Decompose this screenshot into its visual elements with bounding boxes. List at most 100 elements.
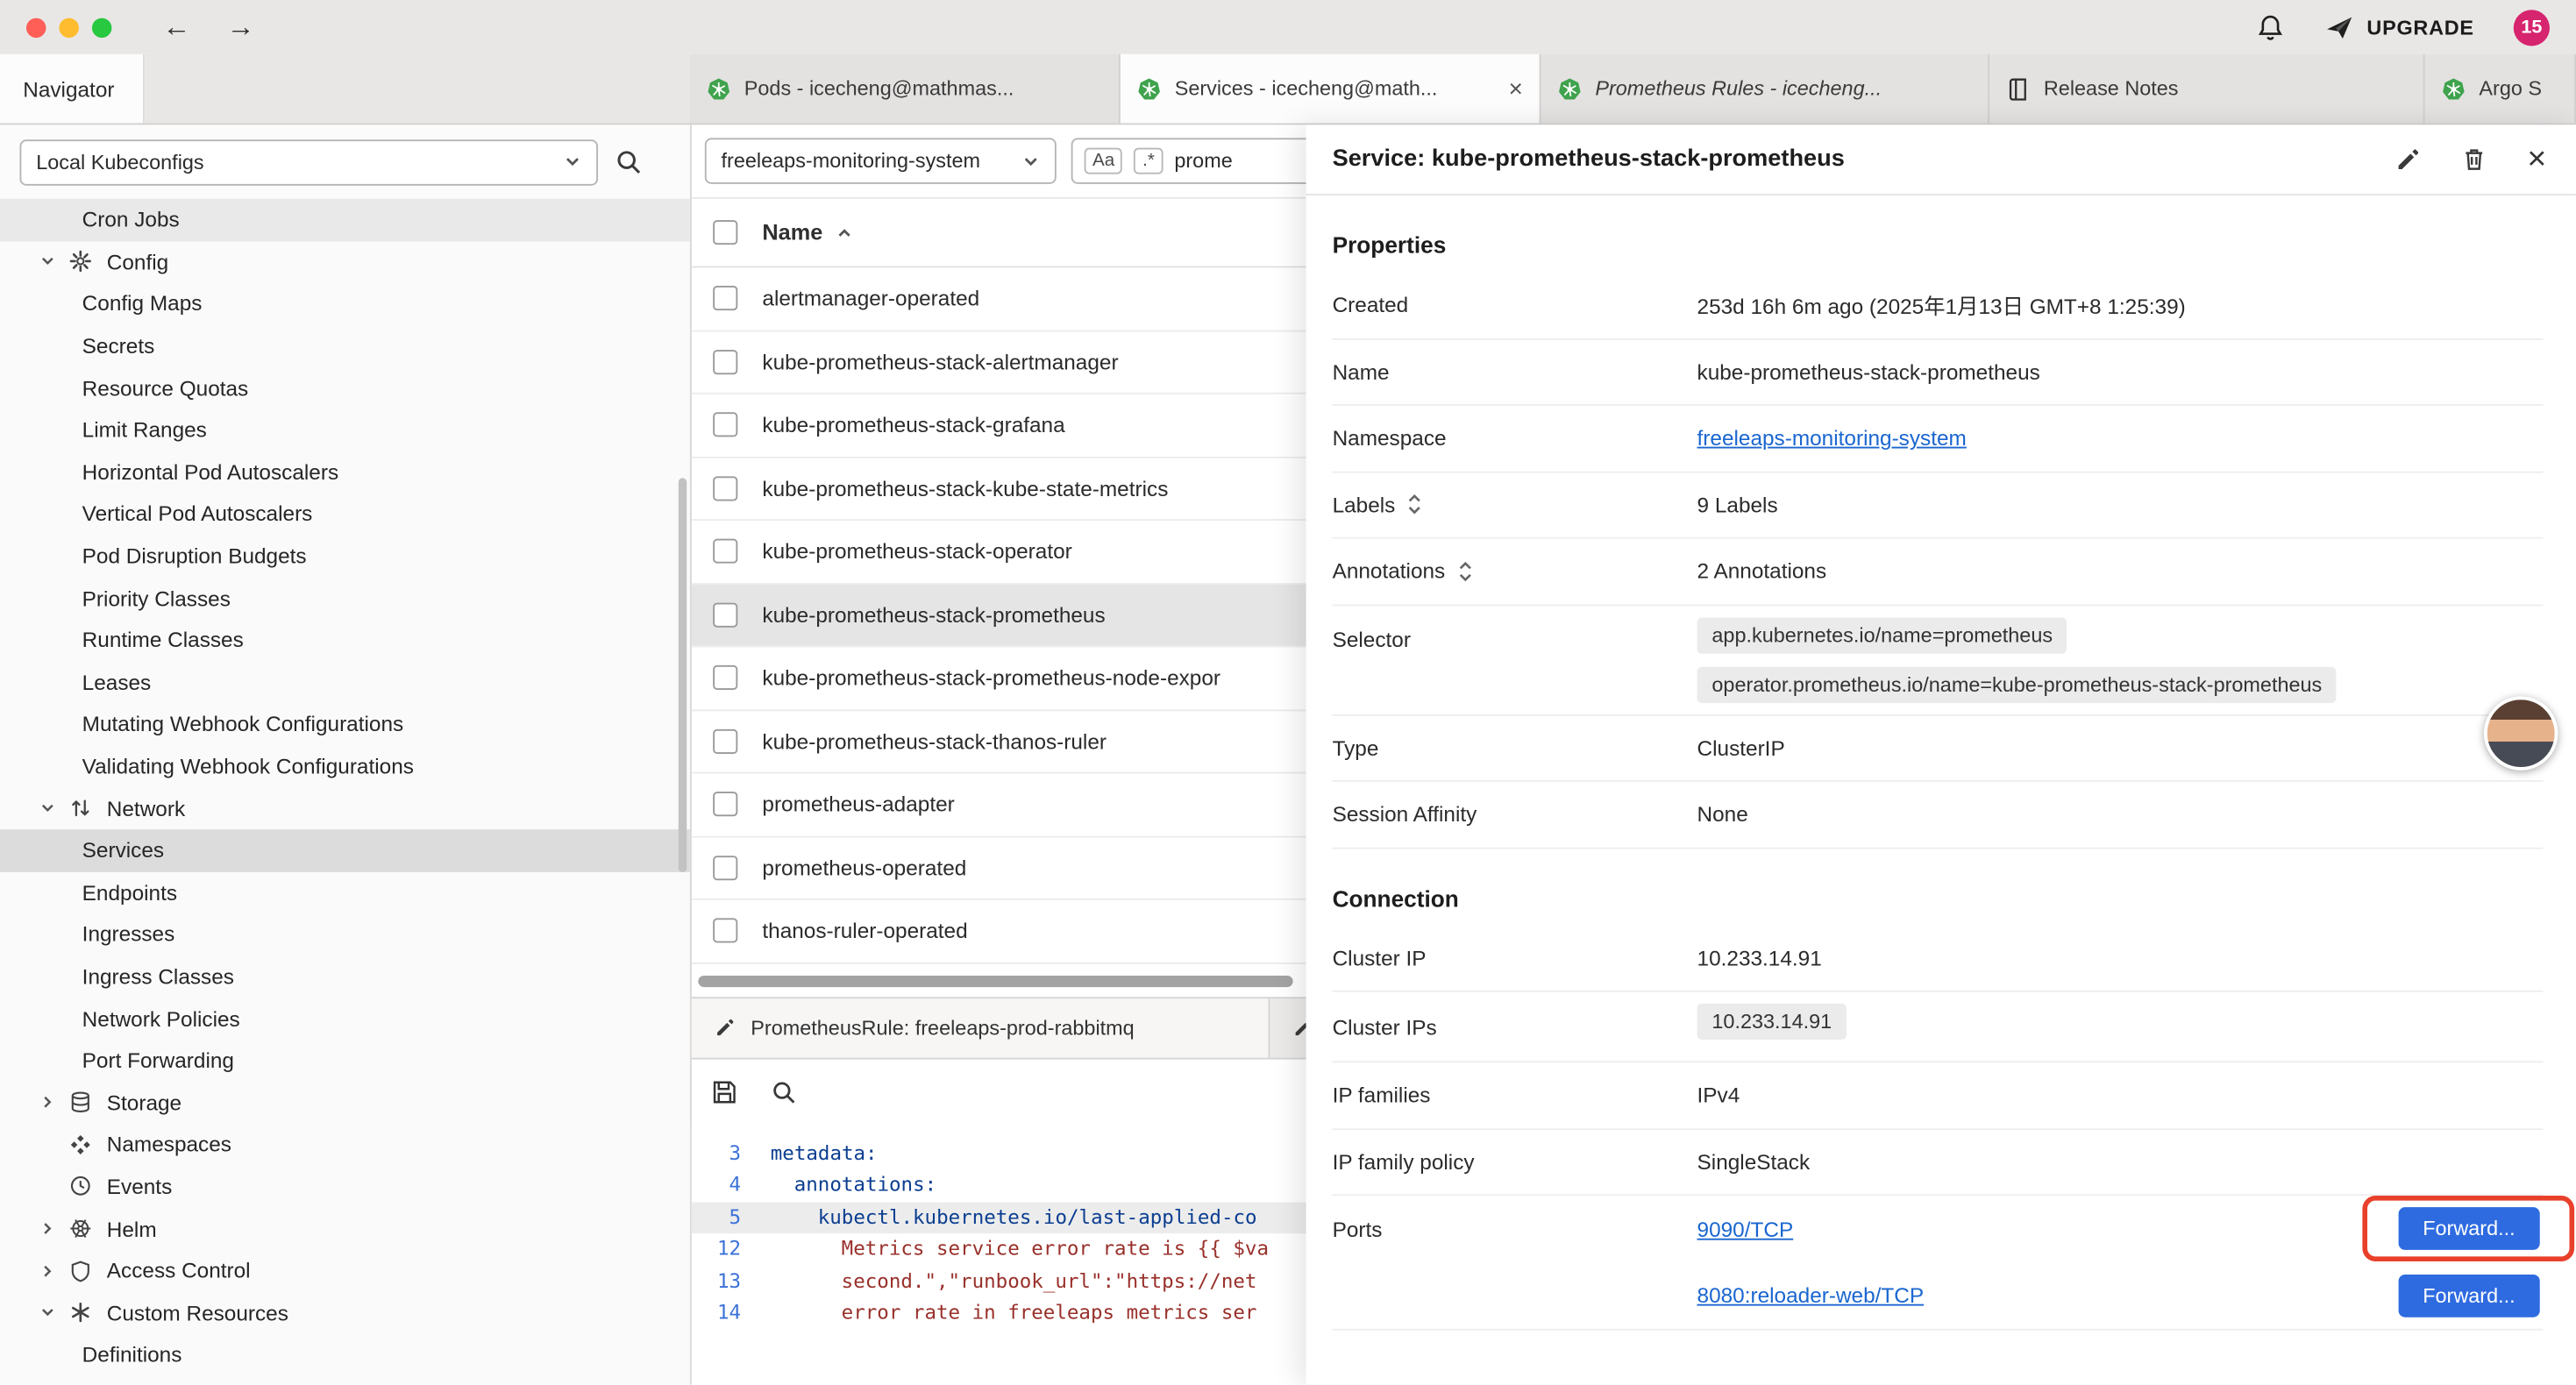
forward-button[interactable]: Forward... [2398, 1275, 2540, 1318]
sidebar-item-vertical-pod-autoscalers[interactable]: Vertical Pod Autoscalers [0, 493, 690, 535]
row-checkbox[interactable] [713, 476, 737, 501]
app-tab-release-notes[interactable]: Release Notes [1989, 54, 2425, 124]
sidebar-item-services[interactable]: Services [0, 829, 690, 871]
chevron-down-icon[interactable] [39, 253, 56, 270]
sidebar-item-limit-ranges[interactable]: Limit Ranges [0, 408, 690, 451]
row-checkbox[interactable] [713, 350, 737, 374]
app-tab-services-icecheng-math[interactable]: Services - icecheng@math...× [1121, 54, 1541, 124]
row-checkbox[interactable] [713, 728, 737, 753]
navigator-panel-tab[interactable]: Navigator [0, 54, 145, 124]
maximize-window-button[interactable] [92, 18, 111, 37]
sidebar-group-helm[interactable]: Helm [0, 1208, 690, 1250]
gear-icon [69, 251, 92, 273]
sort-toggle-icon[interactable] [1456, 559, 1473, 582]
property-label: Cluster IP [1333, 946, 1697, 970]
kubeconfig-select[interactable]: Local Kubeconfigs [19, 138, 598, 184]
save-icon[interactable] [711, 1078, 737, 1104]
sort-toggle-icon[interactable] [1406, 494, 1423, 516]
window-controls [26, 18, 111, 37]
editor-search-icon[interactable] [771, 1078, 797, 1104]
sidebar-item-label: Events [107, 1175, 172, 1199]
row-checkbox[interactable] [713, 665, 737, 690]
sidebar-scrollbar[interactable] [679, 478, 687, 872]
service-name: kube-prometheus-stack-operator [762, 539, 1071, 564]
sidebar-item-label: Vertical Pod Autoscalers [82, 501, 313, 526]
notification-count-badge[interactable]: 15 [2514, 9, 2550, 45]
sidebar-item-ingresses[interactable]: Ingresses [0, 913, 690, 955]
sidebar-item-pod-disruption-budgets[interactable]: Pod Disruption Budgets [0, 535, 690, 577]
chevron-right-icon[interactable] [39, 1220, 56, 1237]
edit-pencil-icon[interactable] [2395, 146, 2422, 173]
name-column-header[interactable]: Name [762, 220, 822, 245]
row-checkbox[interactable] [713, 919, 737, 943]
user-avatar[interactable] [2484, 696, 2558, 770]
row-checkbox[interactable] [713, 792, 737, 817]
sidebar-item-endpoints[interactable]: Endpoints [0, 871, 690, 913]
property-label: Annotations [1333, 559, 1697, 584]
sidebar-item-leases[interactable]: Leases [0, 661, 690, 703]
regex-toggle[interactable]: .* [1135, 148, 1163, 174]
select-all-checkbox[interactable] [713, 220, 737, 245]
value-chip: operator.prometheus.io/name=kube-prometh… [1697, 666, 2338, 702]
sidebar-group-namespaces[interactable]: Namespaces [0, 1124, 690, 1166]
sidebar-item-definitions[interactable]: Definitions [0, 1334, 690, 1376]
editor-tab-active[interactable]: PrometheusRule: freeleaps-prod-rabbitmq [692, 998, 1270, 1056]
chevron-down-icon[interactable] [39, 800, 56, 817]
sidebar-group-config[interactable]: Config [0, 241, 690, 283]
sidebar-item-label: Config [107, 250, 168, 274]
row-checkbox[interactable] [713, 602, 737, 627]
minimize-window-button[interactable] [59, 18, 78, 37]
sidebar-item-ingress-classes[interactable]: Ingress Classes [0, 955, 690, 998]
sidebar-search-icon[interactable] [615, 148, 643, 176]
app-tab-argo-s[interactable]: Argo S [2425, 54, 2576, 124]
sidebar-group-access-control[interactable]: Access Control [0, 1250, 690, 1292]
release-notes-icon [2006, 76, 2031, 101]
property-row-annotations: Annotations2 Annotations [1333, 539, 2544, 606]
sidebar-item-mutating-webhook-configurations[interactable]: Mutating Webhook Configurations [0, 703, 690, 745]
app-tab-pods-icecheng-mathmas[interactable]: Pods - icecheng@mathmas... [690, 54, 1121, 124]
sidebar-item-label: Ingress Classes [82, 964, 234, 989]
upgrade-button[interactable]: UPGRADE [2324, 12, 2474, 42]
layers-icon [69, 1133, 92, 1156]
port-link[interactable]: 9090/TCP [1697, 1217, 1794, 1241]
sidebar-item-label: Namespaces [107, 1133, 231, 1157]
sidebar-item-validating-webhook-configurations[interactable]: Validating Webhook Configurations [0, 745, 690, 787]
chevron-right-icon[interactable] [39, 1262, 56, 1279]
app-tab-prometheus-rules-icecheng[interactable]: Prometheus Rules - icecheng... [1541, 54, 1990, 124]
sidebar-item-config-maps[interactable]: Config Maps [0, 283, 690, 325]
sidebar-item-cron-jobs[interactable]: Cron Jobs [0, 199, 690, 241]
chevron-down-icon[interactable] [39, 1304, 56, 1321]
sidebar-group-storage[interactable]: Storage [0, 1082, 690, 1124]
sidebar-group-network[interactable]: Network [0, 787, 690, 829]
port-link[interactable]: 8080:reloader-web/TCP [1697, 1283, 1925, 1308]
row-checkbox[interactable] [713, 286, 737, 310]
sidebar-item-secrets[interactable]: Secrets [0, 325, 690, 367]
sort-ascending-icon[interactable] [834, 223, 853, 242]
forward-button[interactable]: → [227, 13, 255, 41]
drawer-sections: PropertiesCreated253d 16h 6m ago (2025年1… [1306, 195, 2576, 1385]
chevron-right-icon[interactable] [39, 1094, 56, 1111]
sidebar-item-port-forwarding[interactable]: Port Forwarding [0, 1040, 690, 1082]
row-checkbox[interactable] [713, 413, 737, 437]
kubernetes-cluster-icon [707, 76, 731, 101]
close-icon[interactable]: × [2527, 143, 2546, 175]
match-case-toggle[interactable]: Aa [1085, 148, 1123, 174]
forward-button[interactable]: Forward... [2398, 1208, 2540, 1251]
sidebar-item-priority-classes[interactable]: Priority Classes [0, 577, 690, 619]
close-window-button[interactable] [26, 18, 46, 37]
tab-close-icon[interactable]: × [1508, 75, 1522, 103]
back-button[interactable]: ← [162, 13, 190, 41]
sidebar-item-horizontal-pod-autoscalers[interactable]: Horizontal Pod Autoscalers [0, 451, 690, 493]
sidebar-group-custom-resources[interactable]: Custom Resources [0, 1292, 690, 1334]
row-checkbox[interactable] [713, 856, 737, 880]
sidebar-item-network-policies[interactable]: Network Policies [0, 998, 690, 1040]
property-value[interactable]: freeleaps-monitoring-system [1697, 426, 1967, 451]
namespace-filter-select[interactable]: freeleaps-monitoring-system [705, 138, 1057, 183]
sidebar-item-runtime-classes[interactable]: Runtime Classes [0, 619, 690, 661]
notifications-bell-icon[interactable] [2255, 12, 2285, 42]
sidebar-group-events[interactable]: Events [0, 1166, 690, 1208]
delete-trash-icon[interactable] [2461, 146, 2487, 173]
horizontal-scrollbar[interactable] [698, 975, 1292, 986]
sidebar-item-resource-quotas[interactable]: Resource Quotas [0, 367, 690, 409]
row-checkbox[interactable] [713, 539, 737, 564]
